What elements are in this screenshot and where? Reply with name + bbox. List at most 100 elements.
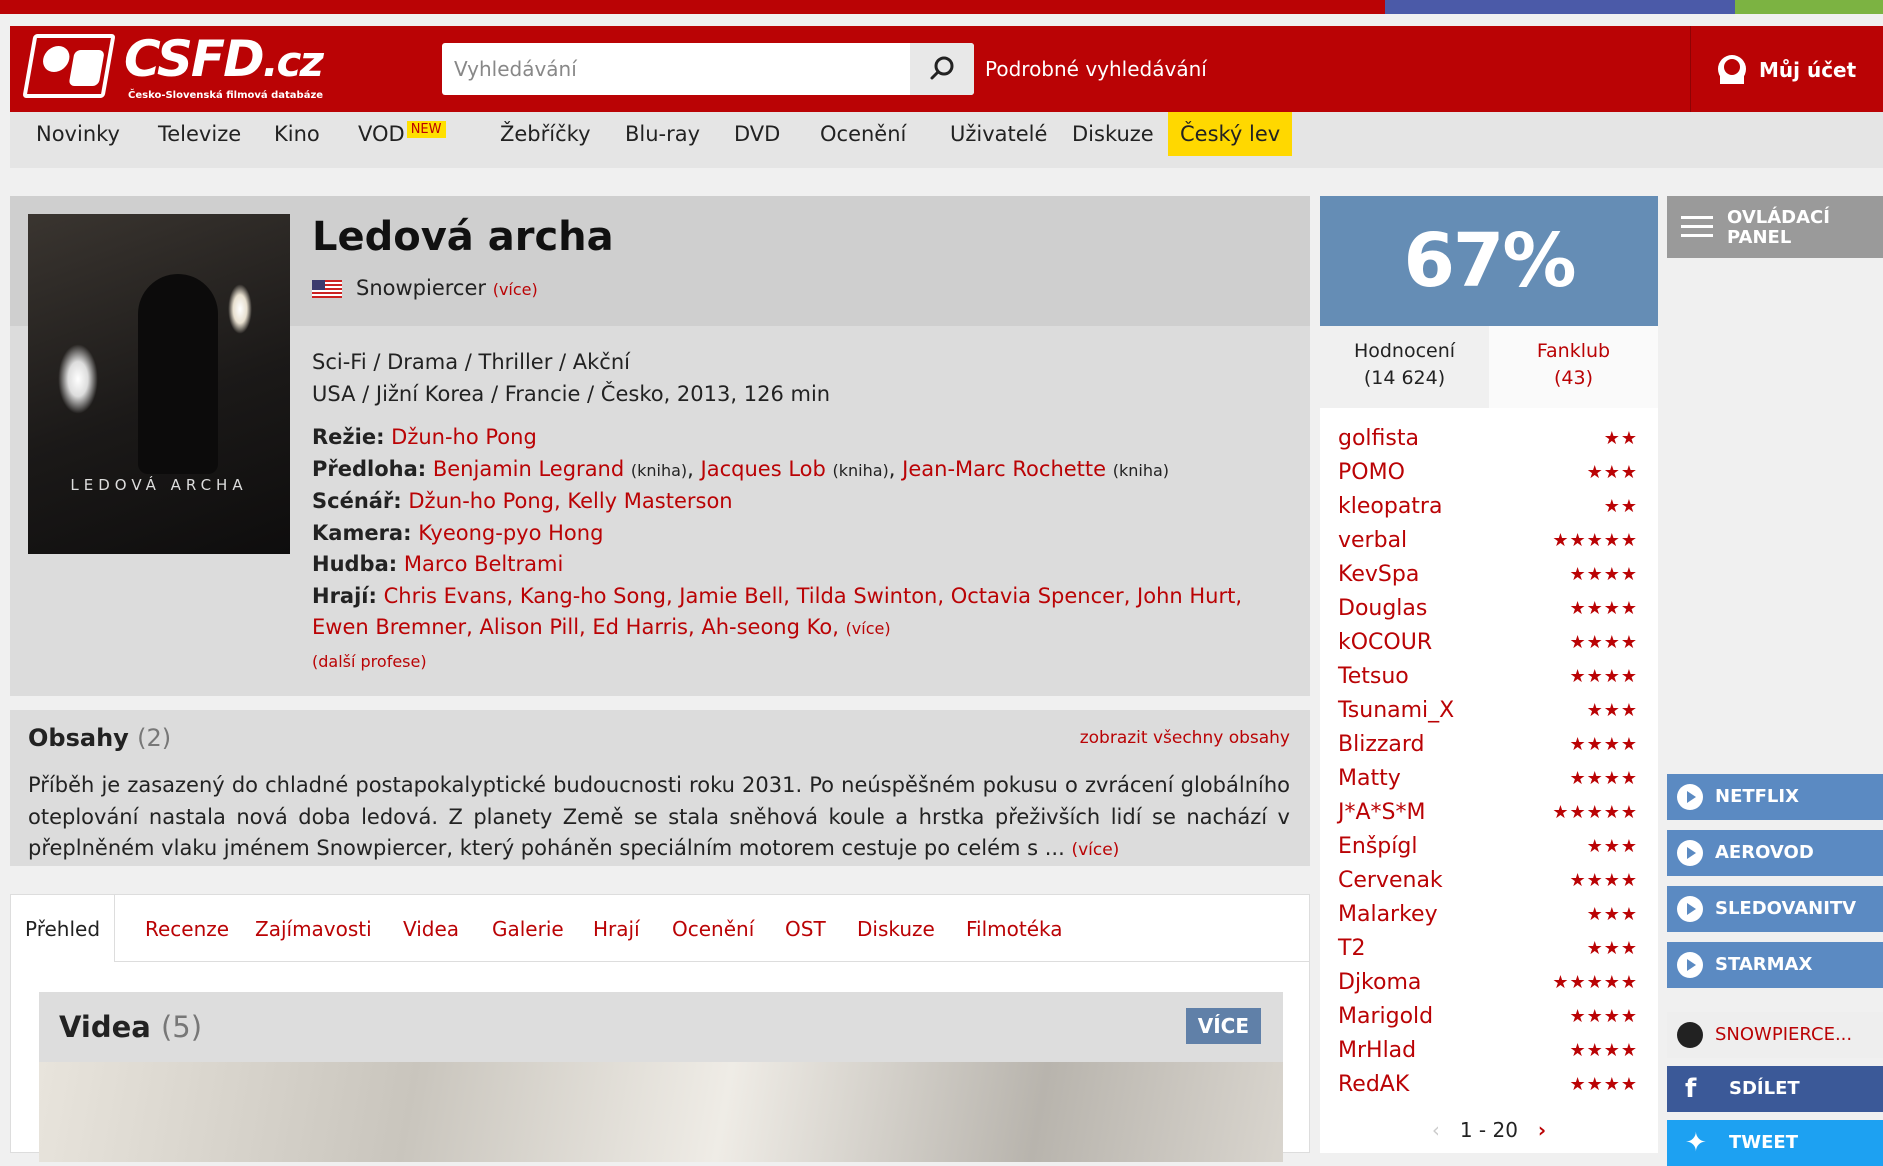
user-name-link[interactable]: Malarkey <box>1338 902 1438 927</box>
search-input[interactable] <box>442 43 912 95</box>
account-label: Můj účet <box>1759 58 1857 82</box>
user-name-link[interactable]: RedAK <box>1338 1072 1409 1097</box>
nav-item-bluray[interactable]: Blu-ray <box>613 112 712 156</box>
user-name-link[interactable]: Enšpígl <box>1338 834 1417 859</box>
star-rating-icon: ★★ <box>1603 496 1638 517</box>
user-rating-row: MrHlad ★★★★ <box>1338 1034 1638 1068</box>
user-name-link[interactable]: Tsunami_X <box>1338 698 1454 723</box>
nav-item-vod[interactable]: VOD NEW <box>346 112 456 156</box>
user-name-link[interactable]: Douglas <box>1338 596 1427 621</box>
tab-fanclub[interactable]: Fanklub (43) <box>1489 326 1658 408</box>
user-rating-row: Douglas ★★★★ <box>1338 592 1638 626</box>
tab-diskuze[interactable]: Diskuze <box>843 895 949 963</box>
source-author-link[interactable]: Benjamin Legrand <box>433 457 624 481</box>
site-logo[interactable]: CSFD.cz Česko-Slovenská filmová databáze <box>22 30 338 106</box>
menu-icon <box>1681 216 1713 240</box>
cast-links[interactable]: Ewen Bremner, Alison Pill, Ed Harris, Ah… <box>312 615 839 639</box>
tweet-button[interactable]: ✦ TWEET <box>1667 1120 1883 1166</box>
logo-suffix: .cz <box>262 37 324 86</box>
vod-netflix-button[interactable]: NETFLIX <box>1667 774 1883 820</box>
user-rating-row: Marigold ★★★★ <box>1338 1000 1638 1034</box>
tab-ratings[interactable]: Hodnocení (14 624) <box>1320 326 1489 408</box>
user-name-link[interactable]: verbal <box>1338 528 1407 553</box>
tab-prehled[interactable]: Přehled <box>11 895 116 964</box>
rating-panel: 67% Hodnocení (14 624) Fanklub (43) golfis… <box>1320 196 1658 1153</box>
videos-more-button[interactable]: VÍCE <box>1185 1008 1261 1044</box>
nav-item-vod-label: VOD <box>358 122 405 146</box>
nav-item-cesky-lev[interactable]: Český lev <box>1168 112 1293 156</box>
user-name-link[interactable]: Marigold <box>1338 1004 1433 1029</box>
director-link[interactable]: Džun-ho Pong <box>391 425 537 449</box>
cast-more-link[interactable]: (více) <box>846 619 891 638</box>
tab-hraji[interactable]: Hrají <box>579 895 654 963</box>
source-author-link[interactable]: Jean-Marc Rochette <box>902 457 1106 481</box>
nav-item-televize[interactable]: Televize <box>146 112 253 156</box>
play-icon <box>1677 896 1703 922</box>
logo-text: CSFD <box>124 30 265 88</box>
search-box <box>442 43 974 95</box>
tab-recenze[interactable]: Recenze <box>131 895 243 963</box>
tab-ost[interactable]: OST <box>771 895 840 963</box>
other-professions-link[interactable]: (další profese) <box>312 652 427 671</box>
user-name-link[interactable]: POMO <box>1338 460 1405 485</box>
new-badge: NEW <box>406 121 446 138</box>
vod-aerovod-button[interactable]: AEROVOD <box>1667 830 1883 876</box>
nav-item-diskuze[interactable]: Diskuze <box>1060 112 1166 156</box>
cast-links[interactable]: Chris Evans, Kang-ho Song, Jamie Bell, T… <box>384 584 1242 608</box>
control-panel-button[interactable]: OVLÁDACÍ PANEL <box>1667 196 1883 258</box>
user-name-link[interactable]: J*A*S*M <box>1338 800 1425 825</box>
user-name-link[interactable]: KevSpa <box>1338 562 1419 587</box>
vod-sledovanitv-button[interactable]: SLEDOVANITV <box>1667 886 1883 932</box>
film-poster[interactable]: LEDOVÁ ARCHA <box>28 214 290 554</box>
nav-item-oceneni[interactable]: Ocenění <box>808 112 918 156</box>
music-link[interactable]: Marco Beltrami <box>404 552 563 576</box>
user-name-link[interactable]: T2 <box>1338 936 1365 961</box>
official-website-link[interactable]: SNOWPIERCE... <box>1667 1012 1883 1058</box>
pager-range: 1 - 20 <box>1459 1118 1518 1142</box>
user-rating-row: kOCOUR ★★★★ <box>1338 626 1638 660</box>
nav-item-dvd[interactable]: DVD <box>722 112 792 156</box>
user-name-link[interactable]: kOCOUR <box>1338 630 1432 655</box>
user-name-link[interactable]: Cervenak <box>1338 868 1443 893</box>
play-icon <box>1677 784 1703 810</box>
video-thumbnail[interactable] <box>39 1062 1283 1162</box>
account-button[interactable]: Můj účet <box>1690 26 1883 112</box>
tab-filmoteka[interactable]: Filmotéka <box>952 895 1077 963</box>
film-tabs: Přehled Recenze Zajímavosti Videa Galeri… <box>10 894 1310 964</box>
prev-page-icon[interactable]: ‹ <box>1432 1118 1440 1142</box>
next-page-icon[interactable]: › <box>1538 1118 1546 1142</box>
plot-more-link[interactable]: (více) <box>1071 840 1119 860</box>
videos-count: (5) <box>160 1010 203 1044</box>
facebook-share-button[interactable]: f SDÍLET <box>1667 1066 1883 1112</box>
advanced-search-link[interactable]: Podrobné vyhledávání <box>985 57 1207 81</box>
user-name-link[interactable]: MrHlad <box>1338 1038 1416 1063</box>
user-name-link[interactable]: Djkoma <box>1338 970 1421 995</box>
source-author-link[interactable]: Jacques Lob <box>701 457 826 481</box>
star-rating-icon: ★★★★ <box>1569 1074 1638 1095</box>
nav-item-novinky[interactable]: Novinky <box>24 112 132 156</box>
tab-galerie[interactable]: Galerie <box>478 895 578 963</box>
tab-zajimavosti[interactable]: Zajímavosti <box>241 895 386 963</box>
site-header: CSFD.cz Česko-Slovenská filmová databáze… <box>10 26 1883 112</box>
camera-link[interactable]: Kyeong-pyo Hong <box>418 521 603 545</box>
user-name-link[interactable]: Matty <box>1338 766 1401 791</box>
nav-item-zebricky[interactable]: Žebříčky <box>488 112 603 156</box>
original-title-more-link[interactable]: (více) <box>493 280 538 299</box>
search-button[interactable] <box>910 43 974 95</box>
vod-starmax-button[interactable]: STARMAX <box>1667 942 1883 988</box>
user-name-link[interactable]: Blizzard <box>1338 732 1425 757</box>
film-origin: USA / Jižní Korea / Francie / Česko, 201… <box>312 382 831 406</box>
user-name-link[interactable]: kleopatra <box>1338 494 1442 519</box>
user-name-link[interactable]: Tetsuo <box>1338 664 1409 689</box>
user-rating-row: Malarkey ★★★ <box>1338 898 1638 932</box>
nav-item-uzivatele[interactable]: Uživatelé <box>938 112 1059 156</box>
star-rating-icon: ★★★★ <box>1569 1040 1638 1061</box>
nav-item-kino[interactable]: Kino <box>262 112 332 156</box>
tab-oceneni[interactable]: Ocenění <box>658 895 768 963</box>
star-rating-icon: ★★★★ <box>1569 666 1638 687</box>
screenplay-links[interactable]: Džun-ho Pong, Kelly Masterson <box>408 489 732 513</box>
user-name-link[interactable]: golfista <box>1338 426 1419 451</box>
show-all-plots-link[interactable]: zobrazit všechny obsahy <box>1080 728 1290 748</box>
tab-videa[interactable]: Videa <box>389 895 473 963</box>
rating-percent: 67% <box>1320 196 1658 326</box>
